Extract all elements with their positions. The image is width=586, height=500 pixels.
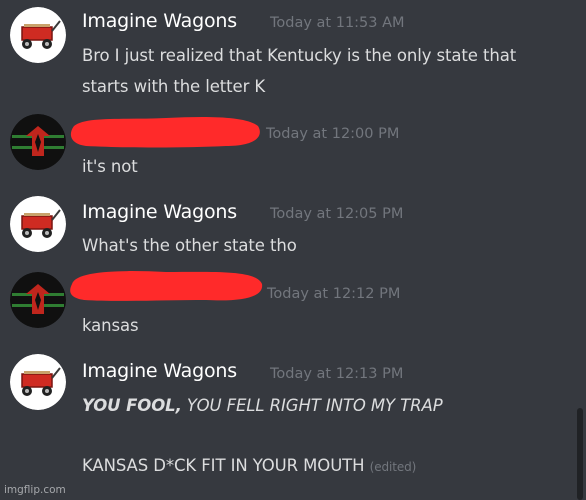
redacted-avatar[interactable]: [10, 272, 66, 328]
message-text: YOU FOOL, YOU FELL RIGHT INTO MY TRAP: [82, 396, 443, 415]
message-text-content: KANSAS D*CK FIT IN YOUR MOUTH: [82, 456, 365, 475]
wagon-avatar[interactable]: [10, 196, 66, 252]
watermark-text: imgflip.com: [4, 484, 66, 496]
scrollbar[interactable]: [577, 408, 583, 500]
timestamp: Today at 12:12 PM: [267, 286, 401, 302]
wagon-avatar[interactable]: [10, 354, 66, 410]
timestamp: Today at 12:05 PM: [270, 206, 404, 222]
message-text: Bro I just realized that Kentucky is the…: [82, 46, 517, 65]
black-eagle-emblem-icon: [10, 272, 66, 328]
username[interactable]: Imagine Wagons: [82, 201, 237, 223]
redacted-avatar[interactable]: [10, 114, 66, 170]
message-text-rest: YOU FELL RIGHT INTO MY TRAP: [181, 396, 443, 415]
message-text: What's the other state tho: [82, 236, 297, 255]
username[interactable]: Imagine Wagons: [82, 360, 237, 382]
emphasis-text: YOU FOOL,: [82, 396, 182, 415]
black-eagle-emblem-icon: [10, 114, 66, 170]
message-text: it's not: [82, 157, 138, 176]
wagon-avatar[interactable]: [10, 7, 66, 63]
username[interactable]: Imagine Wagons: [82, 10, 237, 32]
edited-label: (edited): [369, 460, 417, 474]
red-wagon-icon: [10, 7, 66, 63]
message-text: kansas: [82, 316, 139, 335]
timestamp: Today at 12:00 PM: [266, 126, 400, 142]
timestamp: Today at 12:13 PM: [270, 366, 404, 382]
message-text: starts with the letter K: [82, 77, 266, 96]
timestamp: Today at 11:53 AM: [270, 15, 405, 31]
redacted-username: [70, 271, 263, 301]
red-wagon-icon: [10, 354, 66, 410]
redacted-username: [70, 116, 260, 148]
message-text: KANSAS D*CK FIT IN YOUR MOUTH (edited): [82, 456, 416, 475]
red-wagon-icon: [10, 196, 66, 252]
